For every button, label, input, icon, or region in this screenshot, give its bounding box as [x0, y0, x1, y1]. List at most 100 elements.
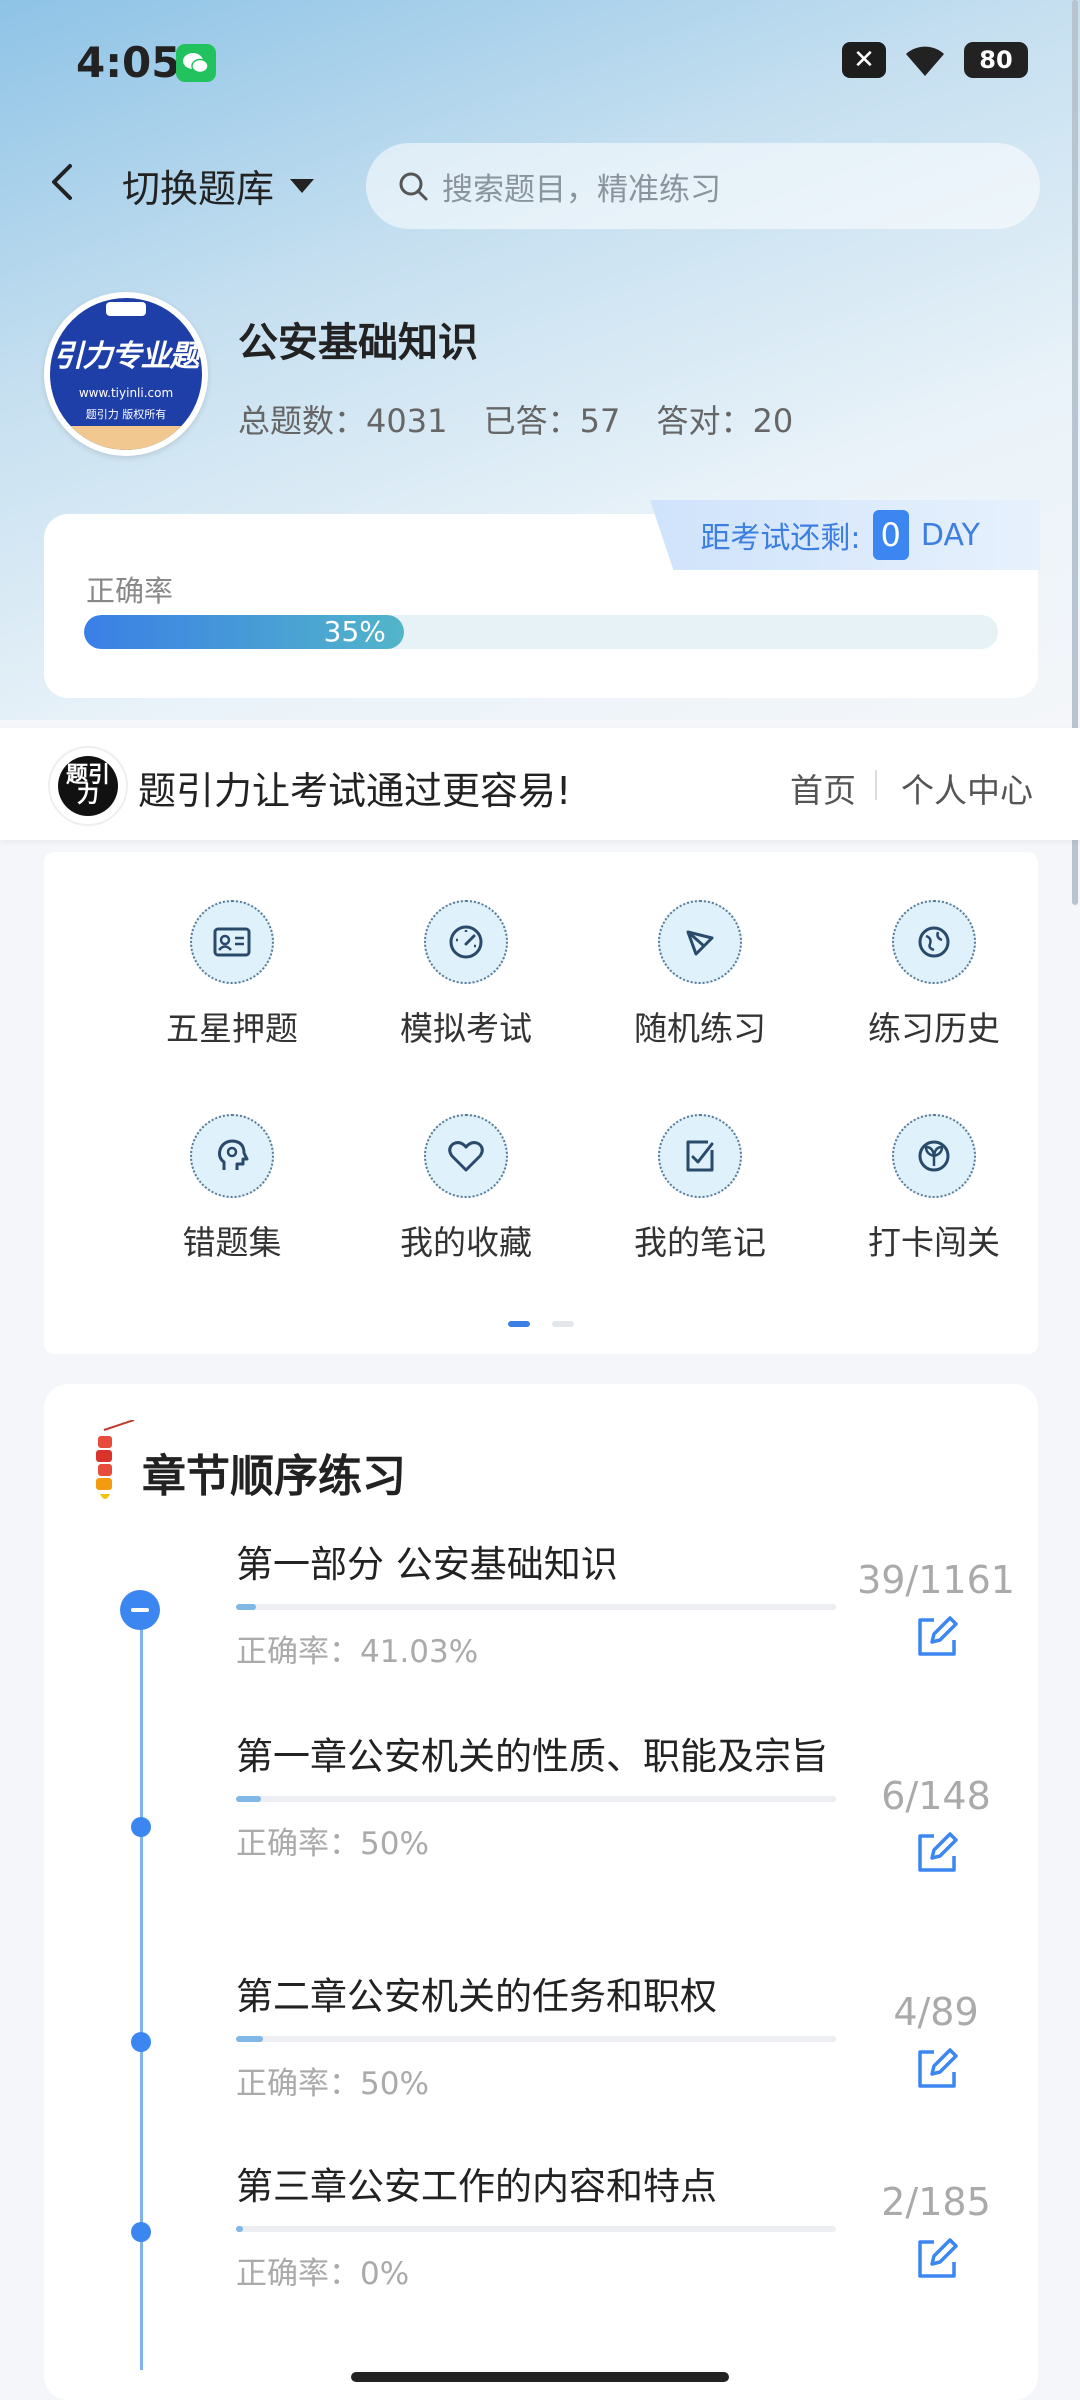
func-label: 随机练习	[634, 1009, 766, 1048]
note-check-icon	[658, 1114, 742, 1198]
chapter-progress-bar	[236, 2226, 836, 2232]
func-check-in[interactable]: 打卡闯关	[834, 1114, 1034, 1264]
head-icon	[190, 1114, 274, 1198]
func-label: 五星押题	[166, 1009, 298, 1048]
total-count: 总题数：4031	[238, 402, 448, 440]
chapter-progress-fill	[236, 2036, 263, 2042]
logo-copyright: 题引力 版权所有	[85, 408, 167, 421]
wechat-icon	[176, 44, 216, 82]
func-label: 练习历史	[868, 1009, 1000, 1048]
chapter-progress-fill	[236, 1604, 257, 1610]
chapter-progress-fill	[236, 1796, 261, 1802]
chapter-accuracy: 正确率：50%	[236, 1826, 429, 1862]
countdown-days: 0	[872, 510, 909, 560]
edit-icon[interactable]	[912, 1828, 962, 1878]
switch-bank-label: 切换题库	[122, 167, 275, 211]
search-input[interactable]: 搜索题目，精准练习	[366, 143, 1040, 229]
edit-icon[interactable]	[912, 2044, 962, 2094]
func-label: 我的收藏	[400, 1223, 532, 1262]
countdown-unit: DAY	[920, 517, 980, 553]
countdown-label: 距考试还剩:	[700, 521, 861, 556]
caret-down-icon	[290, 178, 315, 193]
network-icon	[658, 900, 742, 984]
battery-icon: 80	[964, 42, 1028, 78]
home-indicator[interactable]	[351, 2372, 729, 2382]
id-card-icon	[190, 900, 274, 984]
nav-home-link[interactable]: 首页	[790, 764, 856, 812]
chapter-name: 第一章公安机关的性质、职能及宗旨	[236, 1735, 828, 1778]
accuracy-progress-fill: 35%	[84, 615, 404, 649]
chapter-name: 第三章公安工作的内容和特点	[236, 2165, 717, 2208]
accuracy-progress-bar: 35%	[84, 615, 998, 649]
func-wrong-questions[interactable]: 错题集	[132, 1114, 332, 1264]
func-label: 打卡闯关	[868, 1223, 1000, 1262]
func-mock-exam[interactable]: 模拟考试	[366, 900, 566, 1050]
timeline-dot	[131, 2222, 151, 2242]
chapter-progress-fill	[236, 2226, 243, 2232]
func-favorites[interactable]: 我的收藏	[366, 1114, 566, 1264]
back-button[interactable]	[40, 158, 88, 206]
chapter-accuracy: 正确率：41.03%	[236, 1634, 479, 1670]
answered-count: 已答：57	[483, 402, 621, 440]
slogan-text: 题引力让考试通过更容易!	[138, 769, 572, 813]
func-label: 错题集	[182, 1223, 282, 1262]
logo-text: 引力专业题	[53, 339, 200, 374]
gauge-icon	[424, 900, 508, 984]
func-practice-history[interactable]: 练习历史	[834, 900, 1034, 1050]
edit-icon[interactable]	[912, 2234, 962, 2284]
timeline-dot	[131, 2032, 151, 2052]
edit-icon[interactable]	[912, 1612, 962, 1662]
chapter-accuracy: 正确率：50%	[236, 2066, 429, 2102]
firecracker-icon	[88, 1419, 140, 1504]
chapter-progress-bar	[236, 1796, 836, 1802]
timeline-dot	[131, 1817, 151, 1837]
chapter-name: 第二章公安机关的任务和职权	[236, 1975, 717, 2018]
bank-logo: 引力专业题 www.tiyinli.com 题引力 版权所有	[44, 292, 208, 456]
chapter-progress-bar	[236, 1604, 836, 1610]
page-indicator-active[interactable]	[508, 1321, 530, 1327]
chapter-item[interactable]: 第二章公安机关的任务和职权 正确率：50%	[236, 1972, 836, 2103]
correct-count: 答对：20	[656, 402, 794, 440]
page-indicator-inactive[interactable]	[552, 1321, 574, 1327]
status-icons: ✕ 80	[842, 42, 1028, 78]
chevron-left-icon	[52, 164, 72, 200]
globe-icon	[892, 900, 976, 984]
timeline-line	[140, 1610, 143, 2370]
brand-logo-text: 题引力	[58, 756, 118, 816]
chapter-count: 4/89	[893, 1990, 979, 2034]
chapter-section-title: 章节顺序练习	[142, 1451, 406, 1502]
chapter-item[interactable]: 第三章公安工作的内容和特点 正确率：0%	[236, 2162, 836, 2293]
exam-countdown: 距考试还剩: 0 DAY	[650, 500, 1040, 570]
chapter-item[interactable]: 第一章公安机关的性质、职能及宗旨 正确率：50%	[236, 1732, 836, 1863]
sprout-icon	[892, 1114, 976, 1198]
nav-user-center-link[interactable]: 个人中心	[901, 764, 1033, 812]
chapter-count: 39/1161	[857, 1558, 1015, 1602]
func-label: 模拟考试	[400, 1009, 532, 1048]
status-time: 4:05	[76, 38, 181, 87]
bank-stats: 总题数：4031 已答：57 答对：20	[238, 396, 819, 442]
chapter-item[interactable]: 第一部分 公安基础知识 正确率：41.03%	[236, 1540, 836, 1671]
func-label: 我的笔记	[634, 1223, 766, 1262]
chapter-count: 2/185	[881, 2180, 991, 2224]
search-placeholder: 搜索题目，精准练习	[442, 171, 721, 208]
bank-title: 公安基础知识	[238, 320, 478, 366]
heart-icon	[424, 1114, 508, 1198]
chapter-count: 6/148	[881, 1774, 991, 1818]
collapse-toggle[interactable]	[120, 1590, 160, 1630]
notification-x-icon: ✕	[842, 42, 886, 78]
brand-logo: 题引力	[48, 746, 128, 826]
func-notes[interactable]: 我的笔记	[600, 1114, 800, 1264]
minus-icon	[131, 1608, 149, 1612]
chapter-name: 第一部分 公安基础知识	[236, 1543, 618, 1586]
nav-divider	[875, 770, 877, 800]
chapter-accuracy: 正确率：0%	[236, 2256, 410, 2292]
wifi-icon	[906, 46, 944, 76]
search-icon	[399, 172, 428, 201]
func-five-star[interactable]: 五星押题	[132, 900, 332, 1050]
func-random-practice[interactable]: 随机练习	[600, 900, 800, 1050]
switch-bank-dropdown[interactable]: 切换题库	[122, 158, 315, 213]
accuracy-label: 正确率	[86, 574, 174, 608]
function-grid: 五星押题 模拟考试 随机练习 练习历史 错题集 我的收藏 我的笔记 打卡闯关	[44, 852, 1038, 1354]
chapter-progress-bar	[236, 2036, 836, 2042]
logo-url: www.tiyinli.com	[78, 386, 174, 400]
